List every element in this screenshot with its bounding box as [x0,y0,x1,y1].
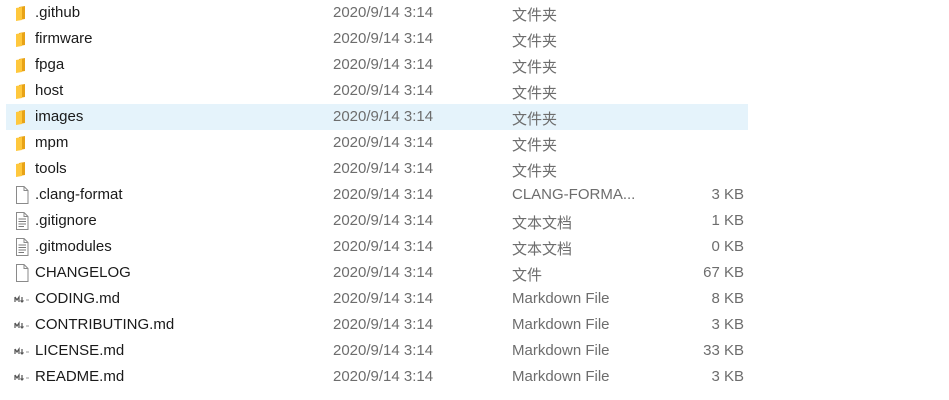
file-row[interactable]: fpga 2020/9/14 3:14 文件夹 [6,52,748,78]
file-type: 文件夹 [512,85,558,102]
file-row[interactable]: tools 2020/9/14 3:14 文件夹 [6,156,748,182]
date-modified: 2020/9/14 3:14 [333,56,434,73]
date-modified: 2020/9/14 3:14 [333,4,434,21]
file-name: .clang-format [35,186,123,203]
file-type: Markdown File [512,368,610,385]
text-file-icon [14,238,30,256]
file-name: CODING.md [35,290,121,307]
file-name: README.md [35,368,125,385]
file-type: Markdown File [512,290,610,307]
file-row[interactable]: LICENSE.md 2020/9/14 3:14 Markdown File 33 … [6,338,748,364]
file-size: 3 KB [711,186,744,203]
file-type: 文本文档 [512,241,573,258]
file-row[interactable]: README.md 2020/9/14 3:14 Markdown File 3 KB [6,364,748,390]
markdown-file-icon [14,368,30,386]
file-row[interactable]: images 2020/9/14 3:14 文件夹 [6,104,748,130]
file-size: 33 KB [703,342,744,359]
file-name: CONTRIBUTING.md [35,316,175,333]
date-modified: 2020/9/14 3:14 [333,238,434,255]
date-modified: 2020/9/14 3:14 [333,212,434,229]
file-type: 文件夹 [512,33,558,50]
date-modified: 2020/9/14 3:14 [333,160,434,177]
folder-icon [14,4,30,22]
file-type: Markdown File [512,316,610,333]
date-modified: 2020/9/14 3:14 [333,108,434,125]
file-name: tools [35,160,67,177]
file-row[interactable]: CHANGELOG 2020/9/14 3:14 文件 67 KB [6,260,748,286]
file-row[interactable]: host 2020/9/14 3:14 文件夹 [6,78,748,104]
file-name: host [35,82,64,99]
folder-icon [14,30,30,48]
file-type: 文件夹 [512,59,558,76]
file-row[interactable]: .gitignore 2020/9/14 3:14 文本文档 1 KB [6,208,748,234]
file-row[interactable]: .clang-format 2020/9/14 3:14 CLANG-FORMA..… [6,182,748,208]
file-type: 文本文档 [512,215,573,232]
markdown-file-icon [14,316,30,334]
file-name: images [35,108,84,125]
file-size: 67 KB [703,264,744,281]
file-row[interactable]: .gitmodules 2020/9/14 3:14 文本文档 0 KB [6,234,748,260]
file-size: 0 KB [711,238,744,255]
file-row[interactable]: mpm 2020/9/14 3:14 文件夹 [6,130,748,156]
file-size: 8 KB [711,290,744,307]
file-row[interactable]: CODING.md 2020/9/14 3:14 Markdown File 8 KB [6,286,748,312]
date-modified: 2020/9/14 3:14 [333,316,434,333]
date-modified: 2020/9/14 3:14 [333,264,434,281]
folder-icon [14,160,30,178]
folder-icon [14,82,30,100]
file-row[interactable]: CONTRIBUTING.md 2020/9/14 3:14 Markdown Fi… [6,312,748,338]
date-modified: 2020/9/14 3:14 [333,82,434,99]
file-name: CHANGELOG [35,264,131,281]
file-name: fpga [35,56,65,73]
folder-icon [14,108,30,126]
file-type: 文件夹 [512,163,558,180]
file-name: .gitmodules [35,238,112,255]
file-type: CLANG-FORMA... [512,186,636,203]
file-name: mpm [35,134,69,151]
file-name: .gitignore [35,212,97,229]
file-type: 文件夹 [512,7,558,24]
date-modified: 2020/9/14 3:14 [333,30,434,47]
file-row[interactable]: firmware 2020/9/14 3:14 文件夹 [6,26,748,52]
file-row[interactable]: .github 2020/9/14 3:14 文件夹 [6,0,748,26]
date-modified: 2020/9/14 3:14 [333,186,434,203]
file-size: 3 KB [711,368,744,385]
file-name: .github [35,4,81,21]
folder-icon [14,56,30,74]
date-modified: 2020/9/14 3:14 [333,290,434,307]
file-name: LICENSE.md [35,342,125,359]
file-name: firmware [35,30,93,47]
file-size: 1 KB [711,212,744,229]
date-modified: 2020/9/14 3:14 [333,342,434,359]
file-type: 文件 [512,267,543,284]
folder-icon [14,134,30,152]
text-file-icon [14,212,30,230]
markdown-file-icon [14,290,30,308]
markdown-file-icon [14,342,30,360]
file-list: .github 2020/9/14 3:14 文件夹 firmware 2020/9/1… [6,0,748,390]
file-type: 文件夹 [512,137,558,154]
date-modified: 2020/9/14 3:14 [333,134,434,151]
file-icon [14,186,30,204]
file-type: Markdown File [512,342,610,359]
file-type: 文件夹 [512,111,558,128]
file-icon [14,264,30,282]
date-modified: 2020/9/14 3:14 [333,368,434,385]
file-size: 3 KB [711,316,744,333]
